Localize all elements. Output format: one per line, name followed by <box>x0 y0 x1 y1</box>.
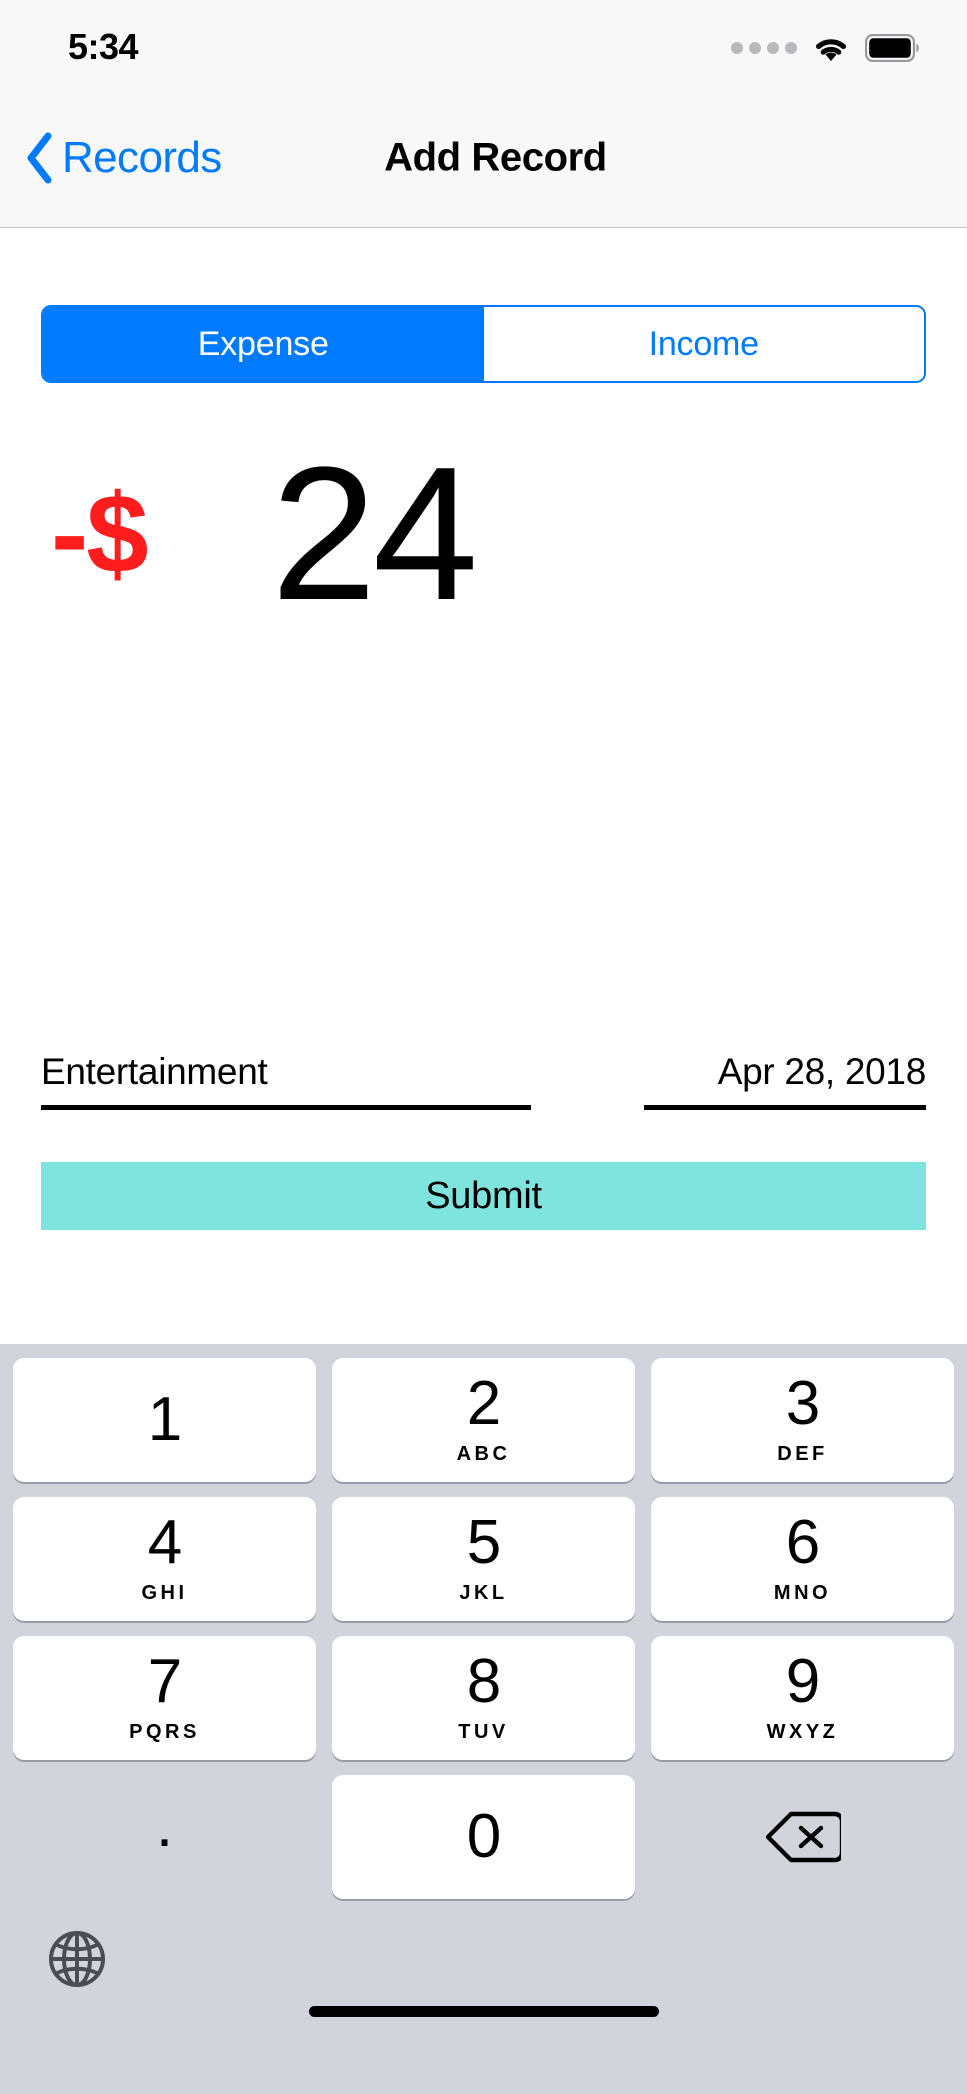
key-delete[interactable] <box>651 1775 954 1899</box>
date-field[interactable]: Apr 28, 2018 <box>644 1051 926 1110</box>
key-decimal-point-label: . <box>155 1791 174 1860</box>
key-2-letters: ABC <box>456 1442 511 1465</box>
key-2-digit: 2 <box>466 1368 501 1438</box>
keypad-grid: 1 2 ABC 3 DEF 4 GHI 5 JKL 6 MNO 7 PQRS 8… <box>13 1358 954 1914</box>
key-3-letters: DEF <box>777 1442 828 1465</box>
keypad-row: 1 2 ABC 3 DEF <box>13 1358 954 1482</box>
record-fields-row: Entertainment Apr 28, 2018 <box>41 1051 926 1110</box>
key-8[interactable]: 8 TUV <box>332 1636 635 1760</box>
key-1[interactable]: 1 <box>13 1358 316 1482</box>
date-field-value[interactable]: Apr 28, 2018 <box>644 1051 927 1093</box>
submit-button-label: Submit <box>425 1174 542 1217</box>
key-0-digit: 0 <box>466 1802 501 1871</box>
delete-backspace-icon <box>765 1811 841 1863</box>
wifi-icon <box>816 39 846 61</box>
numeric-keypad: 1 2 ABC 3 DEF 4 GHI 5 JKL 6 MNO 7 PQRS 8… <box>0 1344 967 2094</box>
key-9-letters: WXYZ <box>766 1720 839 1743</box>
key-6-digit: 6 <box>785 1507 820 1577</box>
key-5[interactable]: 5 JKL <box>332 1497 635 1621</box>
status-bar: 5:34 <box>0 0 967 88</box>
category-field[interactable]: Entertainment <box>41 1051 531 1110</box>
status-time: 5:34 <box>68 26 139 67</box>
signal-dots-icon <box>731 42 797 54</box>
key-6[interactable]: 6 MNO <box>651 1497 954 1621</box>
navigation-bar: Records Add Record <box>0 88 967 228</box>
segment-income[interactable]: Income <box>483 307 924 381</box>
record-type-segmented-control[interactable]: Expense Income <box>41 305 926 383</box>
amount-display: -$ 24 <box>41 419 926 649</box>
key-7-letters: PQRS <box>129 1720 200 1743</box>
key-6-letters: MNO <box>773 1581 832 1604</box>
amount-value[interactable]: 24 <box>271 439 926 629</box>
page-title: Add Record <box>384 135 607 179</box>
battery-full-icon <box>865 34 919 62</box>
phone-screen: 5:34 Records Add Record Expense Income -… <box>0 0 967 2094</box>
key-4-letters: GHI <box>141 1581 188 1604</box>
key-0[interactable]: 0 <box>332 1775 635 1899</box>
globe-button[interactable] <box>47 1929 107 1989</box>
key-7-digit: 7 <box>147 1646 182 1716</box>
key-5-letters: JKL <box>459 1581 508 1604</box>
key-9[interactable]: 9 WXYZ <box>651 1636 954 1760</box>
keypad-row: . 0 <box>13 1775 954 1899</box>
home-indicator-bar[interactable] <box>308 2006 659 2017</box>
key-5-digit: 5 <box>466 1507 501 1577</box>
keypad-bottom-bar <box>0 1915 967 2035</box>
key-4[interactable]: 4 GHI <box>13 1497 316 1621</box>
globe-icon <box>49 1931 105 1987</box>
status-indicators <box>731 25 921 63</box>
keypad-row: 4 GHI 5 JKL 6 MNO <box>13 1497 954 1621</box>
key-3[interactable]: 3 DEF <box>651 1358 954 1482</box>
key-8-letters: TUV <box>458 1720 509 1743</box>
key-7[interactable]: 7 PQRS <box>13 1636 316 1760</box>
submit-button[interactable]: Submit <box>41 1162 926 1230</box>
key-8-digit: 8 <box>466 1646 501 1716</box>
segment-expense[interactable]: Expense <box>43 307 484 381</box>
key-4-digit: 4 <box>147 1507 182 1577</box>
key-3-digit: 3 <box>785 1368 820 1438</box>
keypad-row: 7 PQRS 8 TUV 9 WXYZ <box>13 1636 954 1760</box>
main-content: Expense Income -$ 24 Entertainment Apr 2… <box>0 229 967 1344</box>
category-field-value[interactable]: Entertainment <box>41 1051 531 1093</box>
amount-currency-sign: -$ <box>51 471 149 596</box>
key-1-digit: 1 <box>147 1385 182 1454</box>
key-decimal-point[interactable]: . <box>13 1775 316 1899</box>
key-9-digit: 9 <box>785 1646 820 1716</box>
key-2[interactable]: 2 ABC <box>332 1358 635 1482</box>
